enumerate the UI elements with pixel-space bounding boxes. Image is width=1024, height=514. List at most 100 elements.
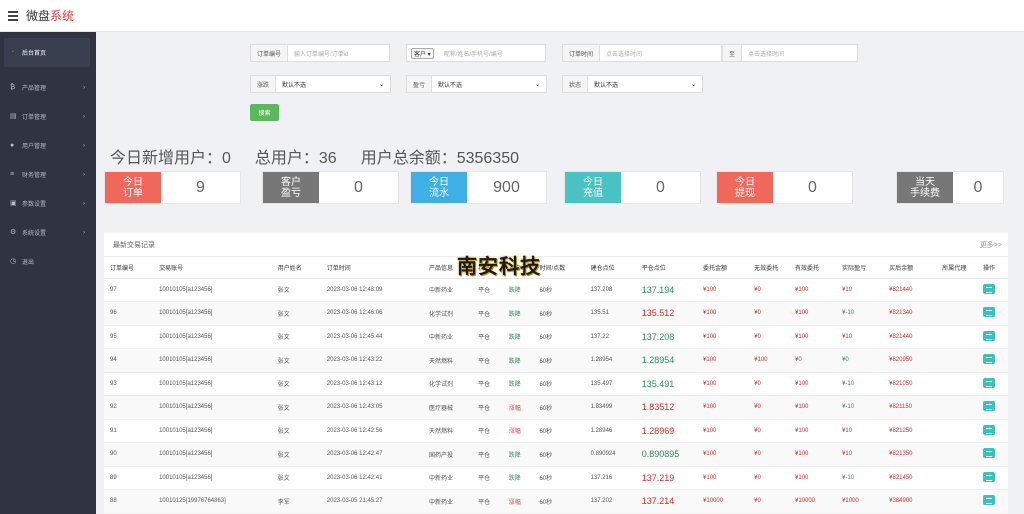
kpi-value: 0 — [973, 178, 983, 196]
sidebar-item-6[interactable]: ⚙ 系统设置 › — [0, 218, 96, 247]
table-cell: 60秒 — [533, 442, 585, 467]
table-cell: ¥100 — [789, 395, 837, 420]
table-cell: 跌降 — [502, 348, 534, 373]
table-cell: 张文 — [271, 395, 321, 420]
order-no-filter: 订单编号 输入订单编号/订单id — [250, 44, 390, 62]
view-detail-icon[interactable] — [983, 471, 996, 482]
sidebar-item-2[interactable]: ▤ 订单管理 › — [0, 102, 96, 131]
table-cell: ¥-10 — [836, 372, 884, 396]
table-cell: 张文 — [271, 348, 321, 373]
table-cell: 跌降 — [502, 301, 534, 326]
view-detail-icon[interactable] — [983, 401, 996, 412]
column-header: 操作 — [977, 257, 1008, 279]
table-cell: ¥0 — [748, 372, 790, 396]
kpi-value: 900 — [493, 178, 520, 196]
column-header: 时间/点数 — [533, 257, 585, 279]
kpi-label: 当天 手续费 — [897, 172, 953, 203]
status-select[interactable]: 默认不选 ⌄ — [588, 80, 702, 89]
search-button[interactable]: 搜索 — [250, 104, 279, 121]
table-cell: 1.28946 — [584, 419, 636, 443]
table-cell: 张文 — [271, 372, 321, 396]
sidebar-item-5[interactable]: ▣ 参数设置 › — [0, 189, 96, 218]
chevron-right-icon: › — [83, 113, 85, 120]
table-cell — [936, 372, 978, 396]
view-detail-icon[interactable] — [983, 307, 996, 318]
client-input[interactable]: 昵称/姓名/手机号/编号 — [438, 49, 509, 58]
kpi-label: 今日 流水 — [411, 172, 467, 203]
table-cell: 平仓 — [472, 442, 503, 467]
table-cell: 天然燃料 — [423, 419, 473, 443]
time-end-input[interactable]: 点击选择时间 — [742, 49, 790, 58]
new-users-stat: 今日新增用户：0 — [110, 150, 231, 167]
menu-icon[interactable] — [8, 10, 18, 21]
sidebar-item-0[interactable]: ◔ 后台首页 — [4, 38, 90, 67]
table-row: 90 10010105[a123456] 张文 2023-03-06 12:42:47… — [104, 442, 1008, 467]
table-cell: 60秒 — [533, 301, 585, 326]
table-cell: 张文 — [271, 278, 321, 302]
table-cell — [936, 278, 978, 302]
table-cell: ¥100 — [789, 301, 837, 326]
table-cell: 137.194 — [635, 278, 698, 302]
view-detail-icon[interactable] — [983, 283, 996, 294]
table-cell — [977, 301, 1008, 326]
table-cell: 化学试剂 — [423, 372, 473, 396]
time-start-input[interactable]: 点击选择时间 — [600, 49, 648, 58]
table-cell: ¥821150 — [883, 395, 937, 420]
table-cell — [977, 278, 1008, 302]
column-header: 有效委托 — [789, 257, 837, 279]
sidebar-item-4[interactable]: ≡ 财务管理 › — [0, 160, 96, 189]
table-cell: 平仓 — [472, 301, 503, 326]
kpi-card: 当天 手续费 0 — [896, 171, 1004, 204]
sidebar-item-1[interactable]: ₿ 产品管理 › — [0, 73, 96, 102]
table-cell: 135.497 — [584, 372, 636, 396]
profit-select[interactable]: 默认不选 ⌄ — [432, 80, 546, 89]
kpi-value: 0 — [808, 178, 817, 196]
kpi-card: 客户 盈亏 0 — [262, 171, 399, 204]
table-cell: ¥100 — [697, 466, 749, 490]
table-cell: ¥1000 — [836, 489, 884, 514]
more-link[interactable]: 更多>> — [980, 240, 1002, 250]
sidebar-item-label: 订单管理 — [22, 115, 47, 121]
updown-select[interactable]: 默认不选 ⌄ — [276, 80, 390, 89]
table-cell: 135.491 — [635, 372, 698, 396]
order-time-start: 订单时间 点击选择时间 — [562, 44, 722, 62]
table-cell: 跌降 — [502, 466, 534, 490]
table-cell: 60秒 — [533, 466, 585, 490]
view-detail-icon[interactable] — [983, 377, 996, 388]
sidebar-item-3[interactable]: ● 用户管理 › — [0, 131, 96, 160]
table-cell: ¥100 — [697, 278, 749, 302]
order-no-input[interactable]: 输入订单编号/订单id — [288, 49, 354, 58]
table-cell — [977, 372, 1008, 396]
client-type-select[interactable]: 客户 ▾ — [411, 47, 434, 59]
total-balance-stat: 用户总余额：5356350 — [360, 150, 520, 167]
kpi-label: 今日 充值 — [565, 172, 621, 203]
column-header: 平仓点位 — [635, 257, 698, 279]
table-cell: 10010105[a123456] — [153, 372, 272, 396]
table-cell: ¥10 — [836, 442, 884, 467]
column-header: 交易账号 — [153, 257, 272, 279]
sidebar-item-7[interactable]: ◷ 退出 — [0, 247, 96, 276]
kpi-card: 今日 流水 900 — [410, 171, 547, 204]
table-cell — [936, 301, 978, 326]
view-detail-icon[interactable] — [983, 495, 996, 506]
view-detail-icon[interactable] — [983, 354, 996, 365]
table-cell: 2023-03-06 12:43:12 — [320, 372, 424, 396]
table-cell — [977, 395, 1008, 420]
view-detail-icon[interactable] — [983, 448, 996, 459]
table-cell: 135.51 — [584, 301, 636, 326]
table-cell: 跌降 — [502, 442, 534, 467]
table-cell: 10010105[a123456] — [153, 442, 272, 467]
table-cell: 2023-03-06 12:42:41 — [320, 466, 424, 490]
kpi-value: 0 — [656, 178, 665, 196]
table-cell: ¥0 — [748, 278, 790, 302]
view-detail-icon[interactable] — [983, 330, 996, 341]
sidebar-item-label: 参数设置 — [22, 202, 47, 208]
table-cell: 10010105[a123456] — [153, 348, 272, 373]
view-detail-icon[interactable] — [983, 424, 996, 435]
sidebar-item-label: 退出 — [22, 260, 35, 266]
table-cell: ¥0 — [748, 466, 790, 490]
table-cell: ¥100 — [697, 301, 749, 326]
table-cell: ¥100 — [748, 348, 790, 373]
table-row: 93 10010105[a123456] 张文 2023-03-06 12:43:12… — [104, 372, 1008, 396]
table-cell: 涨幅 — [502, 419, 534, 443]
